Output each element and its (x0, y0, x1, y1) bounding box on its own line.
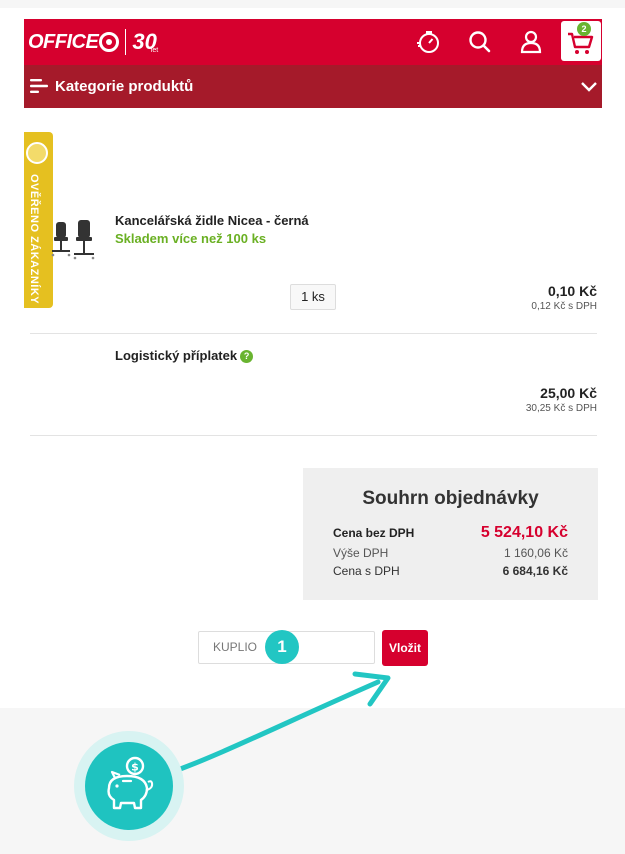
product-name[interactable]: Kancelářská židle Nicea - černá (115, 213, 309, 228)
logo-let: let (150, 46, 159, 54)
stopwatch-icon[interactable] (416, 29, 442, 55)
step-number-badge: 1 (265, 630, 299, 664)
office-logo[interactable]: OFFICE 30 let (28, 29, 158, 55)
piggy-bank-badge: $ (74, 731, 184, 841)
stock-status: Skladem více než 100 ks (115, 231, 267, 246)
summary-label: Cena s DPH (333, 564, 400, 578)
cart-button[interactable]: 2 (561, 21, 601, 61)
summary-label: Cena bez DPH (333, 526, 415, 540)
category-bar[interactable]: Kategorie produktů (24, 65, 602, 108)
piggy-bank-icon: $ (107, 756, 154, 810)
cart-count-badge: 2 (577, 22, 591, 36)
summary-title: Souhrn objednávky (362, 488, 539, 509)
divider (30, 333, 597, 334)
verified-customers-badge[interactable]: OVĚŘENO ZÁKAZNÍKY (24, 132, 53, 308)
logo-text: OFFICE (28, 30, 99, 53)
fee-name: Logistický příplatek (115, 348, 238, 363)
summary-row: Výše DPH 1 160,06 Kč (333, 546, 568, 560)
seal-icon (26, 142, 48, 164)
pointer-arrow-icon (169, 671, 391, 775)
fee-price: 25,00 Kč (540, 385, 597, 401)
page-content (0, 8, 625, 708)
logo-separator (125, 29, 127, 55)
search-icon[interactable] (467, 29, 493, 55)
product-price-vat: 0,12 Kč s DPH (531, 301, 597, 312)
header-bar: OFFICE 30 let 2 (24, 19, 602, 65)
user-icon[interactable] (518, 29, 544, 55)
summary-label: Výše DPH (333, 546, 389, 560)
category-label: Kategorie produktů (55, 78, 194, 95)
summary-row: Cena s DPH 6 684,16 Kč (333, 564, 568, 578)
chevron-down-icon (581, 82, 597, 92)
divider (30, 435, 597, 436)
logistics-fee-label: Logistický příplatek? (115, 348, 254, 363)
summary-value: 6 684,16 Kč (502, 564, 568, 578)
quantity-field[interactable]: 1 ks (290, 284, 336, 310)
summary-value: 1 160,06 Kč (503, 546, 568, 560)
summary-row: Cena bez DPH 5 524,10 Kč (333, 524, 568, 542)
verified-badge-text: OVĚŘENO ZÁKAZNÍKY (28, 174, 40, 305)
order-summary: Souhrn objednávky Cena bez DPH 5 524,10 … (303, 468, 598, 600)
help-icon[interactable]: ? (240, 350, 254, 363)
fee-price-vat: 30,25 Kč s DPH (525, 403, 597, 414)
summary-value: 5 524,10 Kč (480, 524, 568, 541)
product-price: 0,10 Kč (547, 283, 597, 299)
menu-icon (30, 79, 48, 93)
piggy-bank-circle: $ (85, 742, 173, 830)
svg-text:$: $ (131, 761, 139, 774)
logo-circle-icon (99, 32, 120, 52)
product-chair-image[interactable] (50, 218, 100, 262)
